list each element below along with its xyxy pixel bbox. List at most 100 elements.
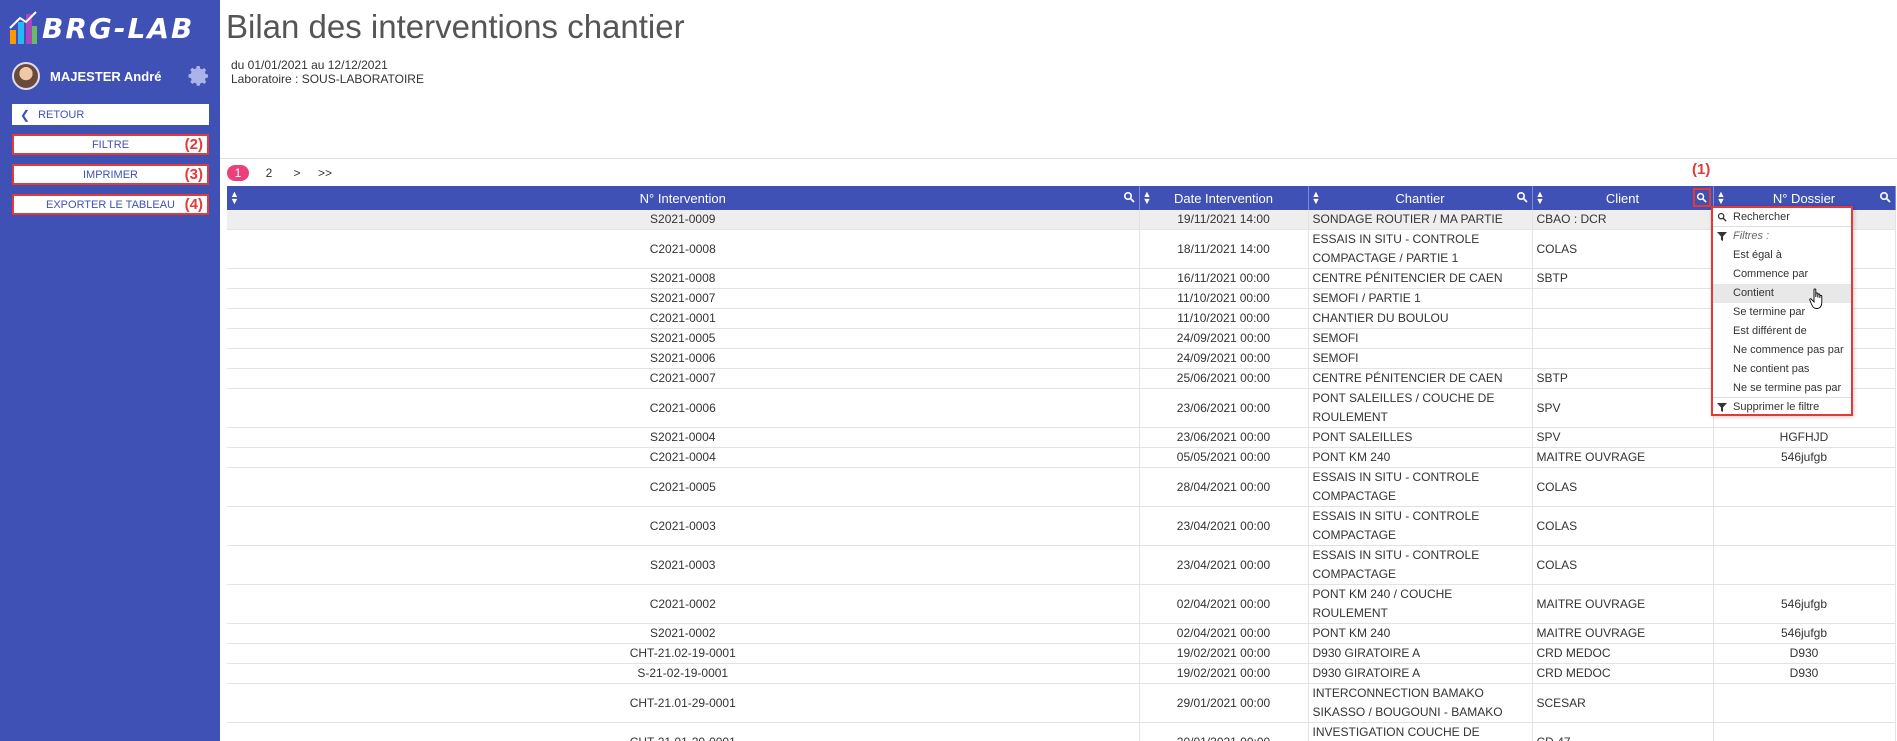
col-chantier[interactable]: ▲ ▼ Chantier	[1308, 186, 1533, 210]
page-2[interactable]: 2	[255, 166, 283, 180]
filtre-button[interactable]: FILTRE (2)	[12, 134, 209, 155]
search-icon[interactable]	[1879, 191, 1891, 203]
retour-label: RETOUR	[38, 108, 85, 121]
table-row[interactable]: S2021-0003 23/04/2021 00:00 ESSAIS IN SITU…	[227, 545, 1896, 585]
table-row[interactable]: S2021-0002 02/04/2021 00:00 PONT KM 240 MAI…	[227, 623, 1896, 644]
menu-option[interactable]: Est égal à	[1713, 246, 1851, 265]
cell-client: COLAS	[1532, 545, 1714, 585]
page-next[interactable]: >	[283, 166, 311, 180]
cell-n-intervention: S2021-0008	[227, 268, 1140, 289]
menu-option[interactable]: Commence par	[1713, 265, 1851, 284]
search-icon[interactable]	[1516, 191, 1528, 203]
chevron-left-icon: ❮	[20, 107, 31, 122]
cell-client: SBTP	[1532, 268, 1714, 289]
annotation-1: (1)	[1692, 161, 1711, 178]
cell-n-intervention: C2021-0005	[227, 467, 1140, 507]
cell-n-intervention: S2021-0005	[227, 328, 1140, 349]
cell-client	[1532, 328, 1714, 349]
table-row[interactable]: C2021-0001 11/10/2021 00:00 CHANTIER DU BO…	[227, 308, 1896, 329]
table-row[interactable]: CHT-21.01-20-000120/01/2021 00:00INVESTI…	[227, 722, 1896, 741]
cell-dossier	[1713, 722, 1896, 741]
cell-chantier: CENTRE PÉNITENCIER DE CAEN	[1308, 268, 1533, 289]
menu-option[interactable]: Contient	[1713, 284, 1851, 303]
menu-supprimer-filtre[interactable]: Supprimer le filtre	[1713, 398, 1851, 417]
cell-n-intervention: C2021-0007	[227, 368, 1140, 389]
page-title: Bilan des interventions chantier	[226, 8, 685, 45]
cell-date: 23/06/2021 00:00	[1139, 427, 1309, 448]
table-row[interactable]: CHT-21.02-19-0001 19/02/2021 00:00 D930 GI…	[227, 643, 1896, 664]
menu-filtres-label: Filtres :	[1713, 227, 1851, 246]
gear-icon[interactable]	[186, 63, 212, 89]
cell-dossier: 546jufgb	[1713, 623, 1896, 644]
imprimer-button[interactable]: IMPRIMER (3)	[12, 164, 209, 185]
table-row[interactable]: S2021-0004 23/06/2021 00:00 PONT SALEILLES…	[227, 427, 1896, 448]
filtre-label: FILTRE	[91, 138, 130, 151]
cell-dossier: D930	[1713, 663, 1896, 684]
table-row[interactable]: S2021-0009 19/11/2021 14:00 SONDAGE ROUTIE…	[227, 210, 1896, 230]
laboratoire: Laboratoire : SOUS-LABORATOIRE	[231, 72, 424, 86]
table-row[interactable]: C2021-0004 05/05/2021 00:00 PONT KM 240 MAI…	[227, 447, 1896, 468]
retour-button[interactable]: ❮ RETOUR	[12, 104, 209, 125]
exporter-label: EXPORTER LE TABLEAU	[46, 198, 175, 211]
cell-date: 02/04/2021 00:00	[1139, 584, 1309, 624]
table-row[interactable]: S2021-0006 24/09/2021 00:00 SEMOFI	[227, 348, 1896, 369]
cell-client: CRD MEDOC	[1532, 643, 1714, 664]
cell-n-intervention: C2021-0001	[227, 308, 1140, 329]
table-row[interactable]: S2021-0007 11/10/2021 00:00 SEMOFI / PARTI…	[227, 288, 1896, 309]
table-row[interactable]: C2021-0003 23/04/2021 00:00 ESSAIS IN SITU…	[227, 506, 1896, 546]
menu-rechercher-label: Rechercher	[1733, 211, 1790, 223]
sort-icon[interactable]: ▲ ▼	[1143, 190, 1152, 206]
menu-option[interactable]: Est différent de	[1713, 322, 1851, 341]
menu-option[interactable]: Ne contient pas	[1713, 360, 1851, 379]
cell-client: MAITRE OUVRAGE	[1532, 584, 1714, 624]
page-1[interactable]: 1	[227, 165, 249, 181]
table-row[interactable]: S2021-0005 24/09/2021 00:00 SEMOFI	[227, 328, 1896, 349]
menu-option[interactable]: Ne se termine pas par	[1713, 379, 1851, 398]
col-label: N° Dossier	[1772, 190, 1836, 206]
funnel-icon	[1717, 232, 1727, 241]
cell-n-intervention: CHT-21.01-29-0001	[227, 683, 1140, 723]
table-row[interactable]: S-21-02-19-0001 19/02/2021 00:00 D930 GIRA…	[227, 663, 1896, 684]
menu-rechercher[interactable]: Rechercher	[1713, 208, 1851, 227]
col-n-intervention[interactable]: ▲ ▼ N° Intervention	[227, 186, 1140, 210]
menu-option[interactable]: Ne commence pas par	[1713, 341, 1851, 360]
col-client[interactable]: ▲ ▼ Client	[1532, 186, 1714, 210]
page-last[interactable]: >>	[311, 166, 339, 180]
exporter-button[interactable]: EXPORTER LE TABLEAU (4)	[12, 194, 209, 215]
table-row[interactable]: CHT-21.01-29-0001 29/01/2021 00:00 INTERCO…	[227, 683, 1896, 723]
cell-date: 11/10/2021 00:00	[1139, 308, 1309, 329]
table-row[interactable]: C2021-0005 28/04/2021 00:00 ESSAIS IN SITU…	[227, 467, 1896, 507]
cell-client: SPV	[1532, 427, 1714, 448]
table-row[interactable]: C2021-0008 18/11/2021 14:00 ESSAIS IN SITU…	[227, 229, 1896, 269]
cell-n-intervention: S2021-0009	[227, 210, 1140, 230]
cell-n-intervention: S2021-0007	[227, 288, 1140, 309]
search-icon[interactable]	[1123, 191, 1135, 203]
cell-client	[1532, 348, 1714, 369]
sort-icon[interactable]: ▲ ▼	[1312, 190, 1321, 206]
table-row[interactable]: C2021-0007 25/06/2021 00:00 CENTRE PÉNITEN…	[227, 368, 1896, 389]
interventions-table: ▲ ▼ N° Intervention ▲ ▼ Date Intervention …	[227, 186, 1897, 741]
cell-chantier: INVESTIGATION COUCHE DE ROULEMENT / PART…	[1308, 722, 1533, 741]
cell-client: CBAO : DCR	[1532, 210, 1714, 230]
table-row[interactable]: C2021-0002 02/04/2021 00:00 PONT KM 240 / …	[227, 584, 1896, 624]
sort-icon[interactable]: ▲ ▼	[1717, 190, 1726, 206]
imprimer-label: IMPRIMER	[83, 168, 138, 181]
sort-icon[interactable]: ▲ ▼	[230, 190, 239, 206]
cell-client: CD 47	[1532, 722, 1714, 741]
table-row[interactable]: S2021-0008 16/11/2021 00:00 CENTRE PÉNITEN…	[227, 268, 1896, 289]
cell-date: 20/01/2021 00:00	[1139, 722, 1309, 741]
cell-n-intervention: CHT-21.01-20-0001	[227, 722, 1140, 741]
col-date-intervention[interactable]: ▲ ▼ Date Intervention	[1139, 186, 1309, 210]
sort-icon[interactable]: ▲ ▼	[1536, 190, 1545, 206]
cell-chantier: ESSAIS IN SITU - CONTROLE COMPACTAGE	[1308, 545, 1533, 585]
cell-n-intervention: C2021-0003	[227, 506, 1140, 546]
cell-n-intervention: CHT-21.02-19-0001	[227, 643, 1140, 664]
menu-option[interactable]: Se termine par	[1713, 303, 1851, 322]
avatar[interactable]	[12, 62, 40, 90]
cell-client	[1532, 308, 1714, 329]
col-label: Date Intervention	[1173, 190, 1273, 206]
app-window: BRG-LAB MAJESTER André ❮ RETOUR FILTRE (…	[0, 0, 1897, 741]
table-row[interactable]: C2021-0006 23/06/2021 00:00 PONT SALEILLES…	[227, 388, 1896, 428]
client-search-button[interactable]	[1692, 188, 1711, 207]
cell-date: 23/06/2021 00:00	[1139, 388, 1309, 428]
